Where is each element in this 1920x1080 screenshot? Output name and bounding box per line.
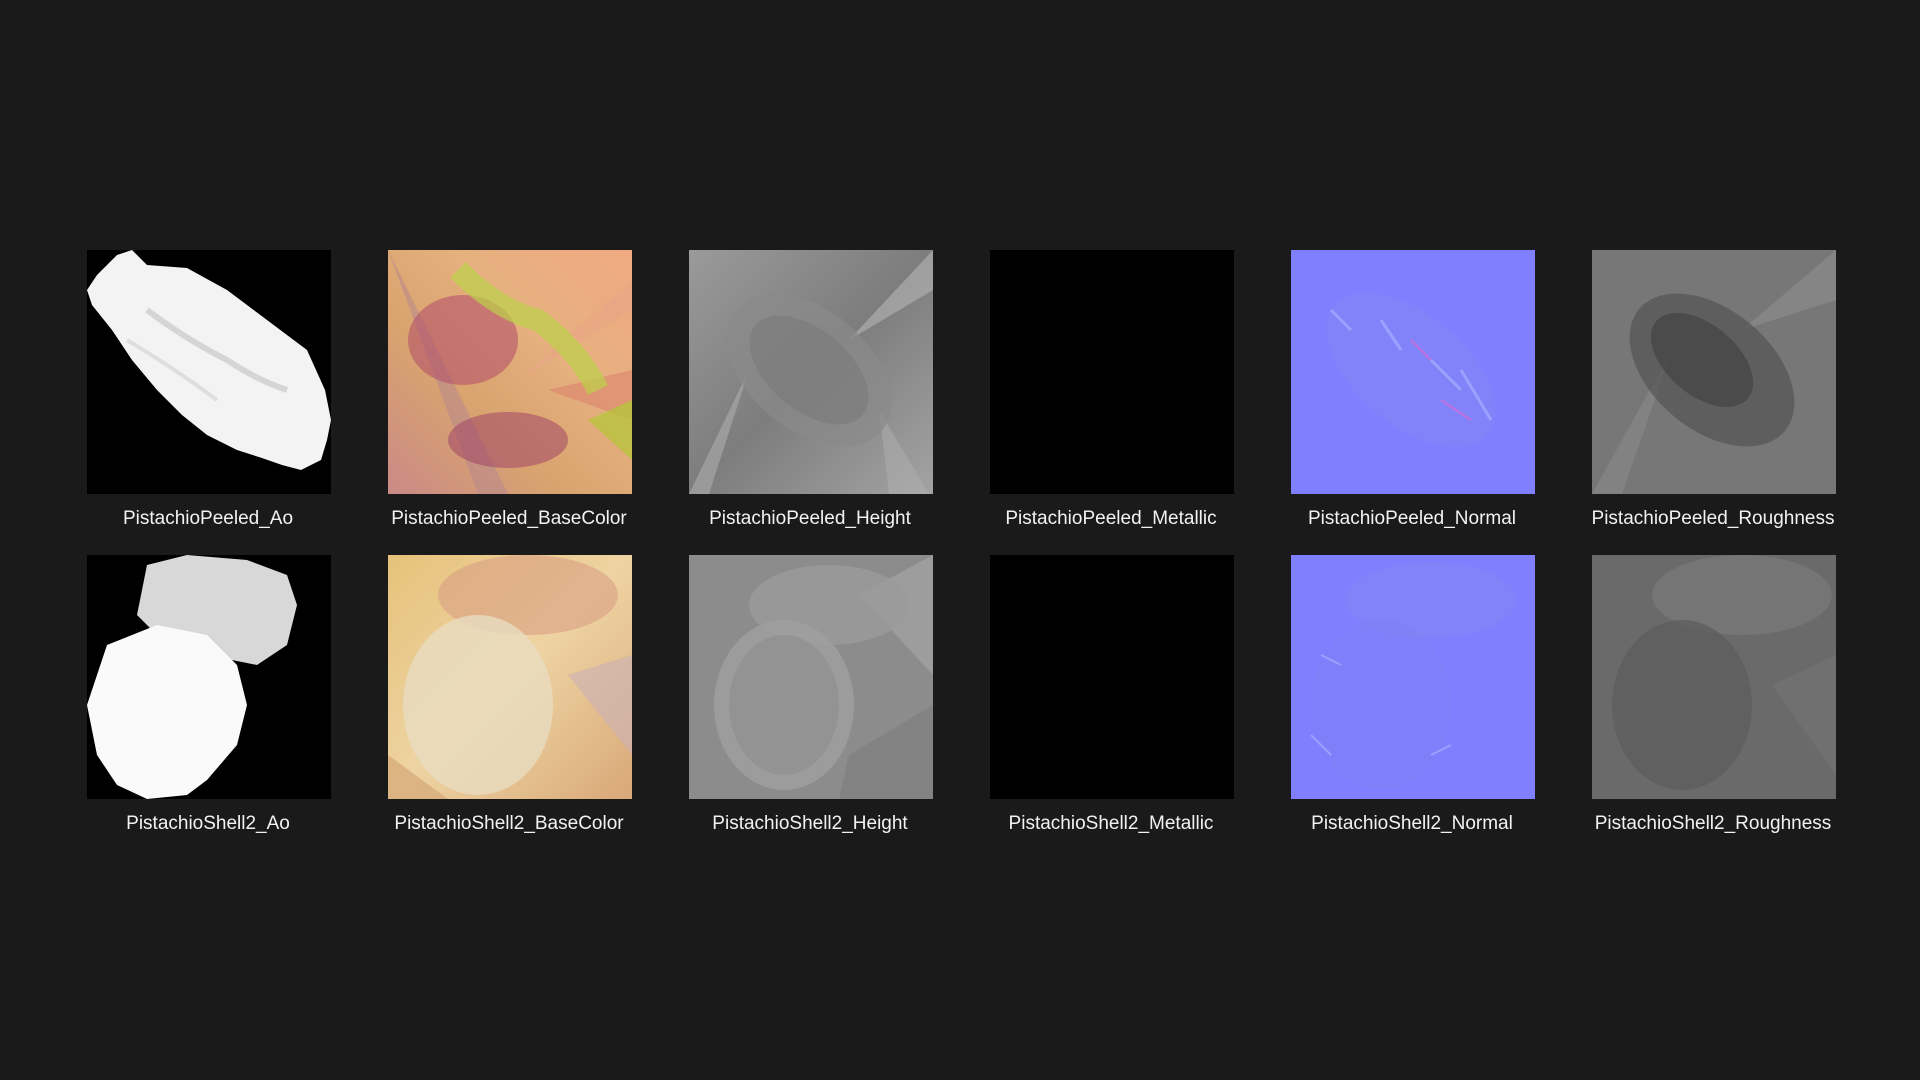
file-tile[interactable]: PistachioPeeled_Metallic [961,250,1261,532]
normal-shell-image [1291,555,1535,799]
file-name: PistachioPeeled_Height [709,508,911,529]
thumbnail [1563,250,1863,495]
file-tile[interactable]: PistachioPeeled_Roughness [1563,250,1863,532]
roughness-peeled-image [1592,250,1836,494]
thumbnail [660,555,960,800]
file-name: PistachioShell2_Roughness [1594,813,1832,834]
file-name: PistachioShell2_Normal [1311,813,1513,834]
height-peeled-image [689,250,933,494]
thumbnail [359,250,659,495]
basecolor-peeled-image [388,250,632,494]
file-name: PistachioShell2_Height [712,813,908,834]
ao-peeled-image [87,250,331,494]
file-name: PistachioShell2_Metallic [1008,813,1214,834]
normal-peeled-image [1291,250,1535,494]
thumbnail [660,250,960,495]
file-thumbnail-grid: PistachioPeeled_Ao PistachioPeeled_BaseC… [0,0,1920,1080]
file-name: PistachioPeeled_Roughness [1591,508,1835,529]
file-tile[interactable]: PistachioPeeled_BaseColor [359,250,659,532]
file-tile[interactable]: PistachioShell2_Height [660,555,960,837]
height-shell-image [689,555,933,799]
file-tile[interactable]: PistachioPeeled_Normal [1262,250,1562,532]
thumbnail [1262,555,1562,800]
roughness-shell-image [1592,555,1836,799]
file-tile[interactable]: PistachioPeeled_Ao [58,250,358,532]
file-tile[interactable]: PistachioPeeled_Height [660,250,960,532]
file-name: PistachioPeeled_Normal [1307,508,1517,529]
file-name: PistachioPeeled_Ao [122,508,294,529]
thumbnail [1262,250,1562,495]
thumbnail [961,555,1261,800]
file-tile[interactable]: PistachioShell2_Metallic [961,555,1261,837]
file-name: PistachioPeeled_BaseColor [391,508,627,529]
file-tile[interactable]: PistachioShell2_BaseColor [359,555,659,837]
thumbnail [359,555,659,800]
thumbnail [58,555,358,800]
ao-shell-image [87,555,331,799]
file-name: PistachioShell2_Ao [126,813,290,834]
thumbnail [1563,555,1863,800]
thumbnail [58,250,358,495]
file-name: PistachioShell2_BaseColor [394,813,624,834]
basecolor-shell-image [388,555,632,799]
file-tile[interactable]: PistachioShell2_Roughness [1563,555,1863,837]
metallic-image [990,250,1234,494]
metallic-image [990,555,1234,799]
file-name: PistachioPeeled_Metallic [1005,508,1217,529]
thumbnail [961,250,1261,495]
file-tile[interactable]: PistachioShell2_Ao [58,555,358,837]
file-tile[interactable]: PistachioShell2_Normal [1262,555,1562,837]
